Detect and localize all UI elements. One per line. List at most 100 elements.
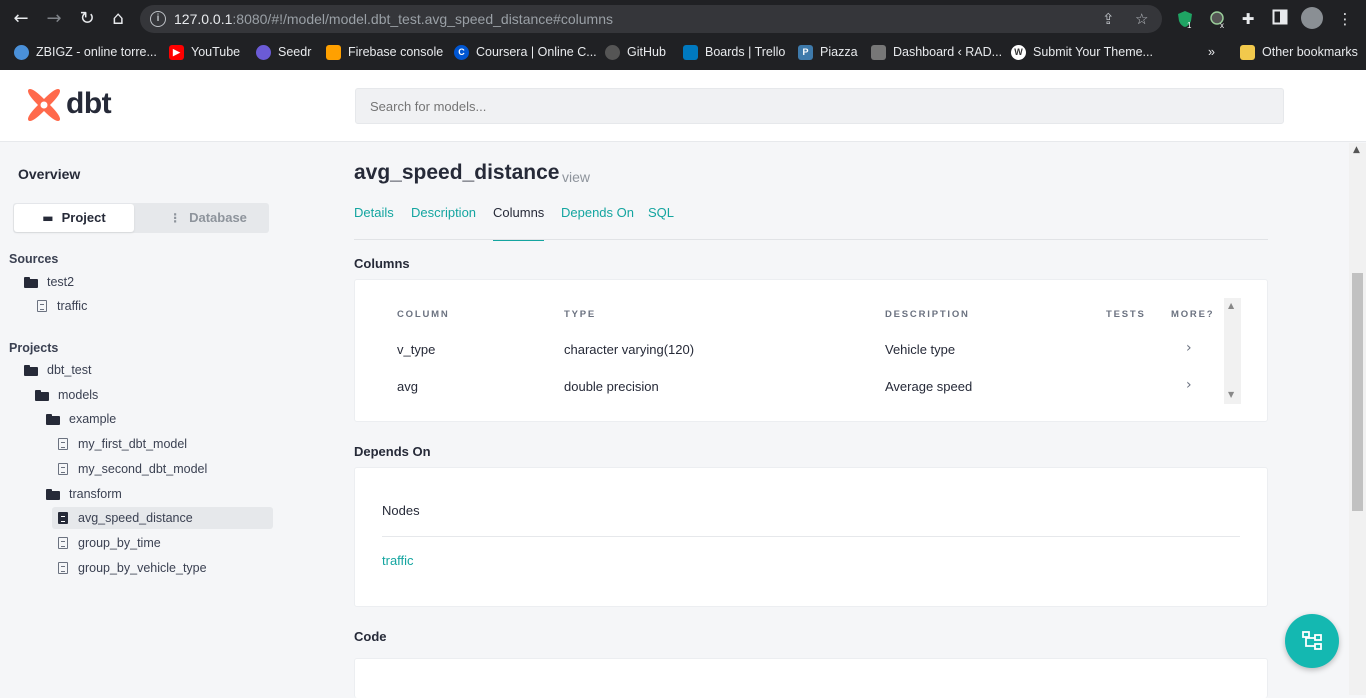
seedr-icon xyxy=(256,44,271,60)
tree-file-my-first-dbt-model[interactable]: my_first_dbt_model xyxy=(58,433,187,455)
extensions-puzzle-icon[interactable]: ✚ xyxy=(1238,9,1258,29)
wordpress-icon: W xyxy=(1011,44,1026,60)
projects-heading: Projects xyxy=(9,341,59,355)
scroll-up-icon[interactable]: ▲ xyxy=(1353,145,1360,155)
tree-file-my-second-dbt-model[interactable]: my_second_dbt_model xyxy=(58,458,207,480)
scrollbar-thumb[interactable] xyxy=(1352,273,1363,511)
more-header: MORE? xyxy=(1171,309,1215,320)
page-title: avg_speed_distance xyxy=(354,161,560,184)
cloud-icon xyxy=(14,44,29,60)
browser-menu-icon[interactable]: ⋮ xyxy=(1335,9,1355,29)
chevron-right-icon[interactable]: › xyxy=(1186,377,1192,393)
folder-icon xyxy=(24,276,38,288)
tab-details[interactable]: Details xyxy=(354,205,394,220)
bookmark-item[interactable]: GitHub xyxy=(605,43,666,61)
bookmark-item[interactable]: ▶ YouTube xyxy=(169,43,240,61)
svg-text:1: 1 xyxy=(1187,21,1192,29)
folder-icon xyxy=(46,488,60,500)
dashboard-icon xyxy=(871,44,886,60)
home-icon[interactable]: ⌂ xyxy=(107,8,129,30)
project-toggle-button[interactable]: ▬ Project xyxy=(14,204,134,232)
table-scrollbar[interactable]: ▲ ▼ xyxy=(1224,298,1241,404)
model-tabs: Details Description Columns Depends On S… xyxy=(354,205,1268,241)
bookmark-item[interactable]: Boards | Trello xyxy=(683,43,785,61)
view-toggle: ▬ Project ⋮ Database xyxy=(13,203,269,233)
column-name: avg xyxy=(397,379,418,394)
bookmark-star-icon[interactable]: ☆ xyxy=(1135,10,1148,28)
tab-columns[interactable]: Columns xyxy=(493,205,545,241)
code-heading: Code xyxy=(354,629,387,644)
bookmark-item[interactable]: W Submit Your Theme... xyxy=(1011,43,1153,61)
tree-file-group-by-time[interactable]: group_by_time xyxy=(58,532,161,554)
scroll-up-icon[interactable]: ▲ xyxy=(1228,301,1234,310)
description-header: DESCRIPTION xyxy=(885,309,970,320)
reload-icon[interactable]: ↻ xyxy=(76,8,98,30)
file-icon xyxy=(58,562,68,574)
bookmark-item[interactable]: C Coursera | Online C... xyxy=(454,43,597,61)
dependency-link[interactable]: traffic xyxy=(382,553,414,568)
column-description: Vehicle type xyxy=(885,342,956,357)
share-icon[interactable]: ⇪ xyxy=(1102,10,1115,28)
tests-header: TESTS xyxy=(1106,309,1146,320)
back-icon[interactable]: ← xyxy=(10,8,32,30)
depends-on-card: Nodes traffic xyxy=(354,467,1268,607)
tree-folder-dbt-test[interactable]: dbt_test xyxy=(24,359,91,381)
divider xyxy=(382,536,1240,537)
lineage-graph-icon xyxy=(1302,631,1322,650)
folder-icon xyxy=(24,364,38,376)
tree-folder-test2[interactable]: test2 xyxy=(24,271,74,293)
dbt-logo[interactable]: dbt xyxy=(26,87,126,125)
other-bookmarks[interactable]: Other bookmarks xyxy=(1240,43,1358,61)
tree-folder-models[interactable]: models xyxy=(35,384,98,406)
bookmark-item[interactable]: Firebase console xyxy=(326,43,443,61)
tab-description[interactable]: Description xyxy=(411,205,476,220)
address-bar[interactable]: i 127.0.0.1:8080/#!/model/model.dbt_test… xyxy=(140,5,1162,33)
search-input[interactable] xyxy=(355,88,1284,124)
column-type: double precision xyxy=(564,379,659,394)
tree-folder-transform[interactable]: transform xyxy=(46,483,122,505)
type-header: TYPE xyxy=(564,309,597,320)
svg-text:x: x xyxy=(1220,21,1224,29)
tab-depends-on[interactable]: Depends On xyxy=(561,205,634,220)
scroll-down-icon[interactable]: ▼ xyxy=(1228,390,1234,399)
site-info-icon[interactable]: i xyxy=(150,11,166,27)
bookmark-item[interactable]: Seedr xyxy=(256,43,311,61)
github-icon xyxy=(605,44,620,60)
model-kind-label: view xyxy=(562,169,591,185)
browser-chrome: ← → ↻ ⌂ i 127.0.0.1:8080/#!/model/model.… xyxy=(0,0,1366,70)
tree-file-avg-speed-distance[interactable]: avg_speed_distance xyxy=(52,507,273,529)
file-icon xyxy=(58,537,68,549)
bookmarks-overflow-button[interactable]: » xyxy=(1208,43,1215,61)
page-scrollbar[interactable]: ▲ xyxy=(1349,143,1366,695)
lineage-graph-button[interactable] xyxy=(1285,614,1339,668)
overview-link[interactable]: Overview xyxy=(18,166,80,182)
bookmarks-bar: ZBIGZ - online torre... ▶ YouTube Seedr F… xyxy=(0,38,1366,64)
shield-extension-icon[interactable]: 1 xyxy=(1175,9,1195,30)
main-content: avg_speed_distance view Details Descript… xyxy=(354,143,1268,698)
url-text[interactable]: 127.0.0.1:8080/#!/model/model.dbt_test.a… xyxy=(174,11,613,27)
profile-avatar[interactable] xyxy=(1301,7,1323,29)
bookmark-item[interactable]: Dashboard ‹ RAD... xyxy=(871,43,1002,61)
trello-icon xyxy=(683,44,698,60)
column-name: v_type xyxy=(397,342,436,357)
tab-nodes[interactable]: Nodes xyxy=(382,503,420,537)
coursera-icon: C xyxy=(454,44,469,60)
chevron-right-icon[interactable]: › xyxy=(1186,340,1192,356)
sources-heading: Sources xyxy=(9,252,59,266)
tree-file-traffic[interactable]: traffic xyxy=(37,295,87,317)
bookmark-item[interactable]: ZBIGZ - online torre... xyxy=(14,43,157,61)
eye-extension-icon[interactable]: x xyxy=(1208,9,1228,30)
logo-text: dbt xyxy=(66,87,112,120)
tab-sql[interactable]: SQL xyxy=(648,205,674,220)
tree-file-group-by-vehicle-type[interactable]: group_by_vehicle_type xyxy=(58,557,207,579)
folder-icon xyxy=(46,413,60,425)
folder-icon xyxy=(35,389,49,401)
bookmark-item[interactable]: P Piazza xyxy=(798,43,858,61)
side-panel-icon[interactable] xyxy=(1270,9,1290,29)
file-icon xyxy=(58,463,68,475)
tree-folder-example[interactable]: example xyxy=(46,408,116,430)
app-header: dbt xyxy=(0,70,1366,142)
database-toggle-button[interactable]: ⋮ Database xyxy=(148,204,268,232)
forward-icon[interactable]: → xyxy=(43,8,65,30)
folder-icon xyxy=(1240,44,1255,60)
